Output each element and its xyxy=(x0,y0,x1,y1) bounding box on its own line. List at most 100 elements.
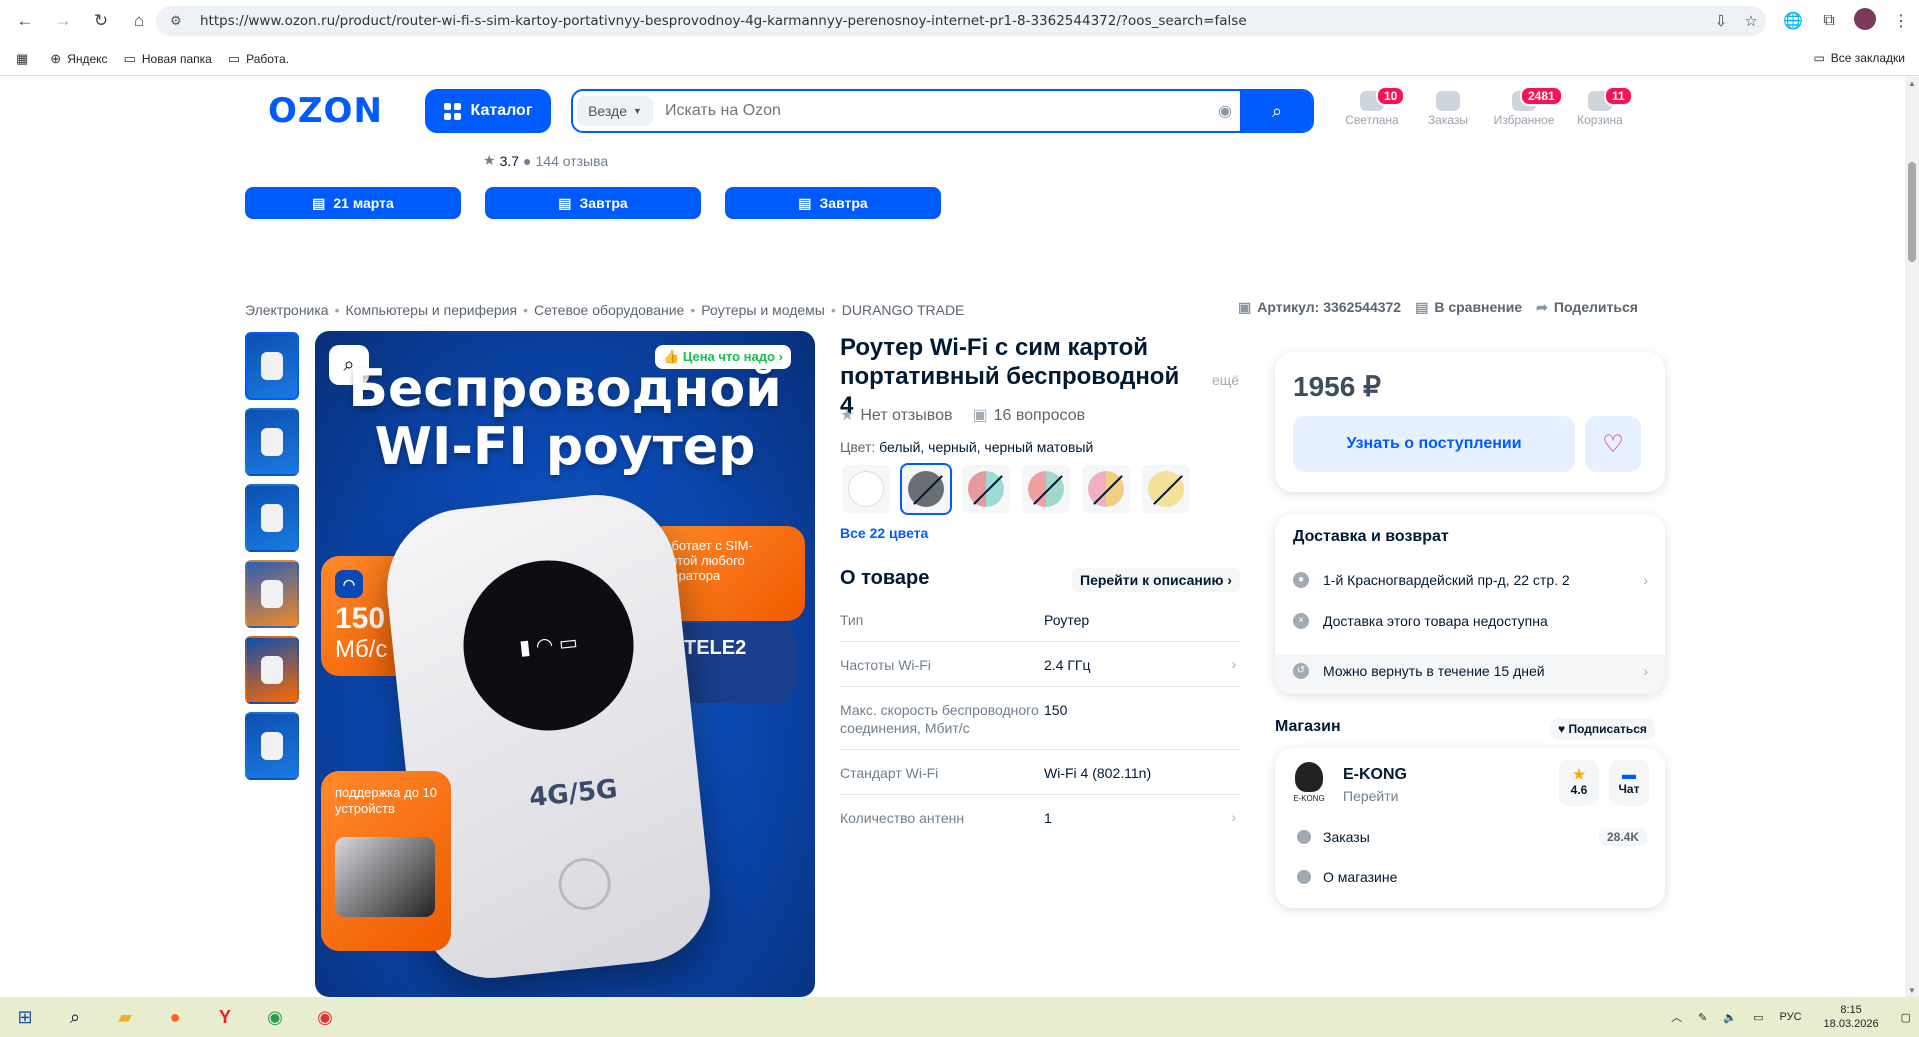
return-icon: ↺ xyxy=(1293,663,1309,679)
camera-icon[interactable]: ◉ xyxy=(1210,101,1240,121)
notifications-icon[interactable]: ▢ xyxy=(1901,1011,1911,1024)
favorite-heart-icon[interactable]: ♡ xyxy=(1585,416,1641,472)
compare-button[interactable]: ▤ В сравнение xyxy=(1415,299,1522,316)
breadcrumb-item[interactable]: Компьютеры и периферия xyxy=(346,302,518,318)
shop-card: E-KONG E-KONG Перейти ★ 4.6 ▬ Чат Заказы 28… xyxy=(1275,748,1665,908)
reload-icon[interactable]: ↻ xyxy=(88,8,114,34)
extensions-icon[interactable]: ⧉ xyxy=(1811,12,1847,30)
delivery-unavailable: × Доставка этого товара недоступна xyxy=(1293,613,1648,629)
chrome-profile-icon[interactable]: ◉ xyxy=(300,997,350,1037)
color-swatch[interactable] xyxy=(960,463,1012,515)
all-bookmarks[interactable]: ▭ Все закладки xyxy=(1813,51,1905,65)
bookmark-yandex[interactable]: ⊕ Яндекс xyxy=(50,51,107,67)
home-icon[interactable]: ⌂ xyxy=(126,8,152,34)
url-text[interactable]: https://www.ozon.ru/product/router-wi-fi… xyxy=(200,13,1706,29)
site-info-icon[interactable]: ⚙ xyxy=(170,14,188,29)
file-explorer-icon[interactable]: ▰ xyxy=(100,997,150,1037)
scroll-up-icon[interactable]: ▲ xyxy=(1908,79,1916,88)
apps-icon[interactable]: ▦ xyxy=(16,51,34,67)
search-scope-select[interactable]: Везде ▼ xyxy=(577,96,653,126)
shop-name[interactable]: E-KONG xyxy=(1343,766,1407,784)
vertical-scrollbar[interactable]: ▲ ▼ xyxy=(1905,77,1919,997)
return-policy[interactable]: ↺ Можно вернуть в течение 15 дней › xyxy=(1293,663,1648,679)
devices-card: поддержка до 10 устройств xyxy=(321,771,451,951)
network-icon[interactable]: ▭ xyxy=(1753,1011,1763,1024)
product-main-image[interactable]: ⌕ 👍 Цена что надо › Беспроводной WI-FI р… xyxy=(315,331,815,997)
shop-go-link[interactable]: Перейти xyxy=(1343,788,1398,804)
all-colors-link[interactable]: Все 22 цвета xyxy=(840,525,928,541)
back-icon[interactable]: ← xyxy=(12,8,38,34)
title-more[interactable]: ещё xyxy=(1212,372,1239,388)
search-input[interactable] xyxy=(653,102,1210,120)
about-shop-link[interactable]: О магазине xyxy=(1297,869,1647,885)
color-swatch[interactable] xyxy=(1140,463,1192,515)
bookmark-folder-work[interactable]: ▭ Работа. xyxy=(228,51,289,67)
header-profile[interactable]: 10 Светлана xyxy=(1334,86,1410,127)
language-indicator[interactable]: РУС xyxy=(1780,1011,1802,1023)
tray-chevron-icon[interactable]: ︿ xyxy=(1671,1009,1682,1025)
color-swatch[interactable] xyxy=(1020,463,1072,515)
share-button[interactable]: ➦ Поделиться xyxy=(1536,299,1638,316)
reviews-link[interactable]: ★ Нет отзывов xyxy=(840,405,952,425)
about-heading: О товаре xyxy=(840,567,930,589)
profile-avatar[interactable] xyxy=(1847,7,1883,35)
delivery-button-1[interactable]: ▤ 21 марта xyxy=(245,187,461,219)
color-swatch[interactable] xyxy=(1080,463,1132,515)
scroll-down-icon[interactable]: ▼ xyxy=(1908,986,1916,995)
bookmark-folder-new[interactable]: ▭ Новая папка xyxy=(124,51,212,67)
grid-icon xyxy=(443,102,461,120)
pen-icon[interactable]: ✎ xyxy=(1698,1011,1707,1024)
image-headline-2: WI-FI роутер xyxy=(374,417,756,477)
thumbnail[interactable] xyxy=(245,484,299,552)
thumbnail[interactable] xyxy=(245,332,299,400)
favorites-badge: 2481 xyxy=(1520,86,1563,106)
subscribe-button[interactable]: ♥ Подписаться xyxy=(1550,718,1655,740)
shop-chat-button[interactable]: ▬ Чат xyxy=(1609,760,1649,806)
spec-row[interactable]: Количество антенн 1 › xyxy=(840,795,1240,839)
header-cart[interactable]: 11 Корзина xyxy=(1562,86,1638,127)
scrollbar-thumb[interactable] xyxy=(1908,162,1916,262)
questions-link[interactable]: ▣ 16 вопросов xyxy=(972,405,1085,425)
header-orders[interactable]: Заказы xyxy=(1410,87,1486,127)
delivery-address[interactable]: ● 1-й Красногвардейский пр-д, 22 стр. 2 › xyxy=(1293,572,1648,588)
article-number[interactable]: ▣ Артикул: 3362544372 xyxy=(1238,299,1401,316)
search-icon[interactable]: ⌕ xyxy=(50,997,100,1037)
breadcrumb-item[interactable]: Электроника xyxy=(245,302,329,318)
yandex-browser-icon[interactable]: Y xyxy=(200,997,250,1037)
delivery-button-2[interactable]: ▤ Завтра xyxy=(485,187,701,219)
spec-row: Тип Роутер xyxy=(840,597,1240,642)
header-favorites[interactable]: 2481 Избранное xyxy=(1486,86,1563,127)
breadcrumb-item[interactable]: Роутеры и модемы xyxy=(701,302,825,318)
clock[interactable]: 8:15 18.03.2026 xyxy=(1824,1003,1879,1031)
shop-rating[interactable]: ★ 4.6 xyxy=(1559,760,1599,806)
thumbnail[interactable] xyxy=(245,560,299,628)
thumbnail[interactable] xyxy=(245,408,299,476)
goto-description-button[interactable]: Перейти к описанию › xyxy=(1072,568,1240,592)
notify-button[interactable]: Узнать о поступлении xyxy=(1293,416,1575,472)
delivery-button-3[interactable]: ▤ Завтра xyxy=(725,187,941,219)
color-swatch[interactable] xyxy=(840,463,892,515)
catalog-button[interactable]: Каталог xyxy=(425,89,551,133)
address-bar[interactable]: ⚙ https://www.ozon.ru/product/router-wi-… xyxy=(156,6,1766,36)
translate-icon[interactable]: 🌐 xyxy=(1775,11,1811,31)
folder-icon: ▭ xyxy=(123,50,136,66)
forward-icon[interactable]: → xyxy=(50,8,76,34)
breadcrumb: Электроника • Компьютеры и периферия • Сет… xyxy=(245,302,965,318)
breadcrumb-item[interactable]: DURANGO TRADE xyxy=(842,302,965,318)
bookmark-star-icon[interactable]: ☆ xyxy=(1736,12,1766,30)
windows-start-icon[interactable]: ⊞ xyxy=(0,997,50,1037)
install-icon[interactable]: ⇩ xyxy=(1706,12,1736,30)
product-meta: ▣ Артикул: 3362544372 ▤ В сравнение ➦ Подел… xyxy=(1238,299,1638,316)
thumbnail[interactable] xyxy=(245,636,299,704)
thumbnail[interactable] xyxy=(245,712,299,780)
breadcrumb-item[interactable]: Сетевое оборудование xyxy=(534,302,684,318)
firefox-icon[interactable]: ● xyxy=(150,997,200,1037)
search-button[interactable]: ⌕ xyxy=(1240,91,1312,131)
shop-logo[interactable]: E-KONG xyxy=(1291,762,1327,806)
volume-icon[interactable]: 🔈 xyxy=(1723,1011,1737,1024)
spec-row[interactable]: Частоты Wi-Fi 2.4 ГГц › xyxy=(840,642,1240,687)
chrome-icon[interactable]: ◉ xyxy=(250,997,300,1037)
color-swatch[interactable] xyxy=(900,463,952,515)
menu-icon[interactable]: ⋮ xyxy=(1883,11,1919,31)
ozon-logo[interactable]: OZON xyxy=(268,91,383,131)
